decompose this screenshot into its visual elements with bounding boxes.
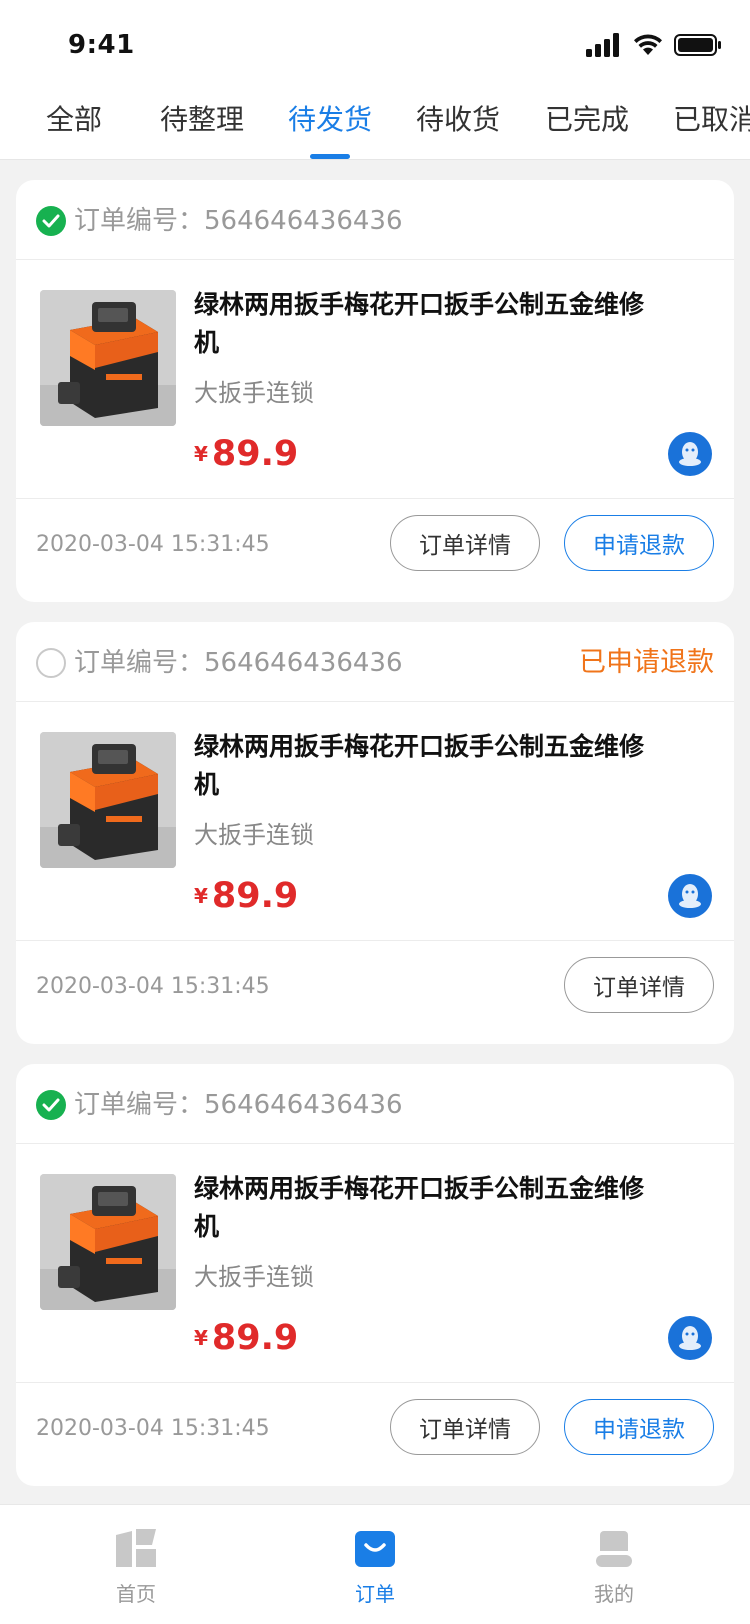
order-footer: 2020-03-04 15:31:45 订单详情 申请退款 bbox=[16, 498, 734, 588]
order-footer: 2020-03-04 15:31:45 订单详情 bbox=[16, 940, 734, 1030]
order-time: 2020-03-04 15:31:45 bbox=[36, 1416, 270, 1441]
signal-icon bbox=[586, 33, 619, 57]
profile-icon bbox=[592, 1527, 636, 1571]
qq-service-icon[interactable] bbox=[668, 432, 712, 476]
check-circle-icon[interactable] bbox=[36, 206, 66, 236]
order-card: 订单编号：564646436436 绿林两用扳手梅花开口扳手公制五金维修机 大扳… bbox=[16, 180, 734, 602]
battery-icon bbox=[674, 34, 721, 56]
tab-to-receive[interactable]: 待收货 bbox=[416, 102, 500, 138]
order-footer: 2020-03-04 15:31:45 订单详情 申请退款 bbox=[16, 1382, 734, 1472]
qq-service-icon[interactable] bbox=[668, 874, 712, 918]
order-time: 2020-03-04 15:31:45 bbox=[36, 532, 270, 557]
order-detail-button[interactable]: 订单详情 bbox=[390, 515, 540, 571]
order-number: 订单编号：564646436436 bbox=[74, 648, 403, 678]
order-detail-button[interactable]: 订单详情 bbox=[564, 957, 714, 1013]
status-icons bbox=[586, 30, 722, 60]
product-title[interactable]: 绿林两用扳手梅花开口扳手公制五金维修机 bbox=[194, 1170, 664, 1246]
nav-label-profile: 我的 bbox=[594, 1582, 634, 1606]
tab-completed[interactable]: 已完成 bbox=[545, 102, 629, 138]
order-card: 订单编号：564646436436 已申请退款 绿林两用扳手梅花开口扳手公制五金… bbox=[16, 622, 734, 1044]
product-price: ¥89.9 bbox=[194, 876, 299, 916]
order-number: 订单编号：564646436436 bbox=[74, 1090, 403, 1120]
order-time: 2020-03-04 15:31:45 bbox=[36, 974, 270, 999]
shop-name: 大扳手连锁 bbox=[194, 379, 314, 407]
nav-item-home[interactable]: 首页 bbox=[56, 1505, 216, 1624]
order-status: 已申请退款 bbox=[579, 647, 714, 678]
nav-item-profile[interactable]: 我的 bbox=[534, 1505, 694, 1624]
nav-label-orders: 订单 bbox=[355, 1582, 395, 1606]
order-tabs: 全部 待整理 待发货 待收货 已完成 已取消 bbox=[0, 88, 750, 160]
wifi-icon bbox=[634, 34, 662, 55]
order-bag-icon bbox=[353, 1527, 397, 1571]
order-header: 订单编号：564646436436 bbox=[16, 180, 734, 260]
order-number: 订单编号：564646436436 bbox=[74, 206, 403, 236]
home-icon bbox=[114, 1527, 158, 1571]
tab-to-ship[interactable]: 待发货 bbox=[288, 102, 372, 138]
product-title[interactable]: 绿林两用扳手梅花开口扳手公制五金维修机 bbox=[194, 728, 664, 804]
product-title[interactable]: 绿林两用扳手梅花开口扳手公制五金维修机 bbox=[194, 286, 664, 362]
refund-button[interactable]: 申请退款 bbox=[564, 1399, 714, 1455]
refund-button[interactable]: 申请退款 bbox=[564, 515, 714, 571]
shop-name: 大扳手连锁 bbox=[194, 821, 314, 849]
tab-all[interactable]: 全部 bbox=[46, 102, 102, 138]
tab-cancelled[interactable]: 已取消 bbox=[673, 102, 750, 138]
bottom-nav: 首页 订单 我的 bbox=[0, 1504, 750, 1624]
product-image[interactable] bbox=[40, 290, 176, 426]
qq-service-icon[interactable] bbox=[668, 1316, 712, 1360]
status-time: 9:41 bbox=[68, 30, 135, 60]
nav-item-orders[interactable]: 订单 bbox=[295, 1505, 455, 1624]
shop-name: 大扳手连锁 bbox=[194, 1263, 314, 1291]
unchecked-circle-icon[interactable] bbox=[36, 648, 66, 678]
product-price: ¥89.9 bbox=[194, 1318, 299, 1358]
tab-to-organize[interactable]: 待整理 bbox=[160, 102, 244, 138]
product-image[interactable] bbox=[40, 732, 176, 868]
check-circle-icon[interactable] bbox=[36, 1090, 66, 1120]
nav-label-home: 首页 bbox=[116, 1582, 156, 1606]
order-card: 订单编号：564646436436 绿林两用扳手梅花开口扳手公制五金维修机 大扳… bbox=[16, 1064, 734, 1486]
product-image[interactable] bbox=[40, 1174, 176, 1310]
order-header: 订单编号：564646436436 bbox=[16, 1064, 734, 1144]
order-detail-button[interactable]: 订单详情 bbox=[390, 1399, 540, 1455]
order-header: 订单编号：564646436436 已申请退款 bbox=[16, 622, 734, 702]
status-bar: 9:41 bbox=[0, 0, 750, 88]
active-tab-indicator bbox=[310, 154, 350, 159]
product-price: ¥89.9 bbox=[194, 434, 299, 474]
